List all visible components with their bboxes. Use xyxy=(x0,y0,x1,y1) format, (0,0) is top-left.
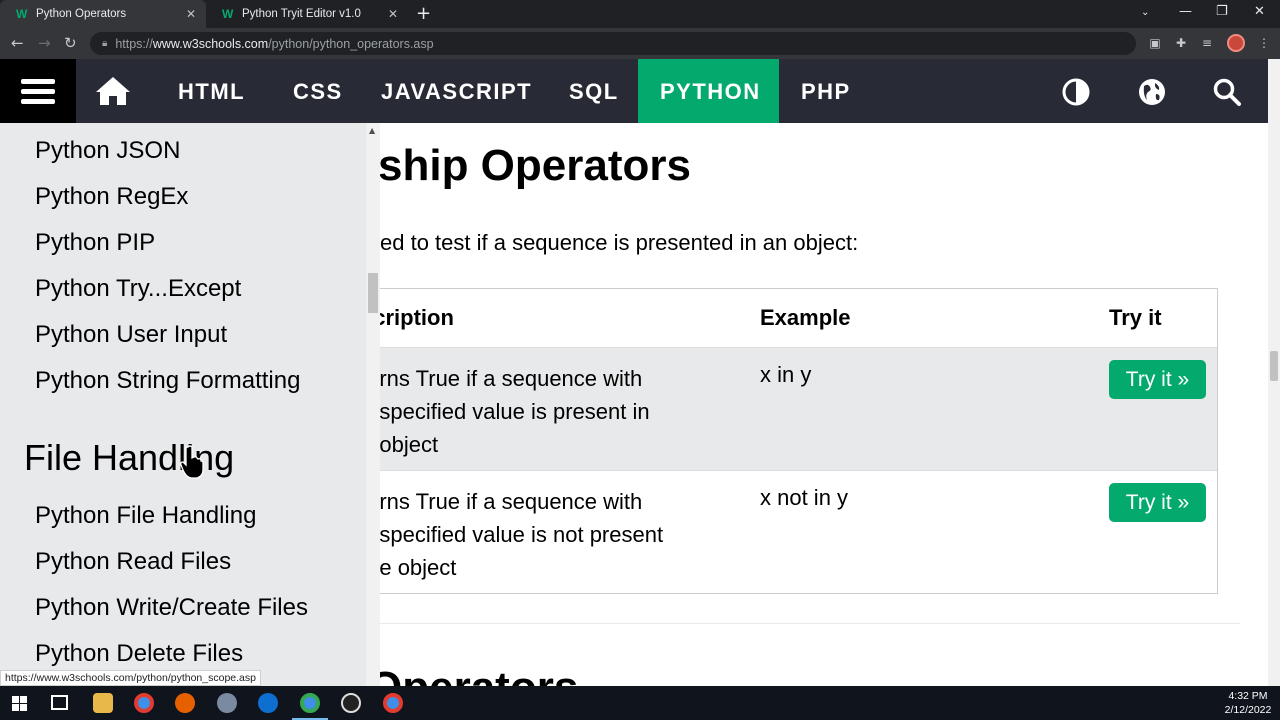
column-header-example: Example xyxy=(760,305,851,330)
hand-cursor-icon xyxy=(180,445,204,483)
operators-table: scription Example Try it turns True if a… xyxy=(380,288,1218,594)
table-header-row: scription Example Try it xyxy=(380,289,1217,347)
close-window-icon[interactable]: ✕ xyxy=(1254,4,1265,19)
sidebar-item-python-string-formatting[interactable]: Python String Formatting xyxy=(35,367,300,395)
example-cell: x in y xyxy=(760,362,812,387)
chrome-icon[interactable] xyxy=(383,693,403,713)
tab-python-operators[interactable]: W Python Operators ✕ xyxy=(0,0,206,28)
extension-icon[interactable]: ▣ xyxy=(1148,36,1162,50)
app-icon[interactable] xyxy=(217,693,237,713)
new-tab-icon[interactable]: + xyxy=(416,4,431,24)
windows-taskbar: 4:32 PM 2/12/2022 xyxy=(0,686,1280,720)
intro-paragraph: ed to test if a sequence is presented in… xyxy=(380,230,859,255)
browser-tab-strip: W Python Operators ✕ W Python Tryit Edit… xyxy=(0,0,1280,28)
sidebar-item-python-write-create-files[interactable]: Python Write/Create Files xyxy=(35,594,308,622)
w3schools-favicon-icon: W xyxy=(222,7,234,21)
sidebar-item-python-read-files[interactable]: Python Read Files xyxy=(35,548,231,576)
reload-icon[interactable]: ↻ xyxy=(64,34,77,52)
firefox-icon[interactable] xyxy=(175,693,195,713)
chrome-icon[interactable] xyxy=(300,693,320,713)
column-header-description: scription xyxy=(380,305,454,330)
w3schools-topnav: HTML CSS JAVASCRIPT SQL PYTHON PHP xyxy=(0,59,1268,123)
restore-icon[interactable]: ❐ xyxy=(1216,4,1228,19)
next-section-heading: Operators xyxy=(380,663,578,686)
system-clock[interactable]: 4:32 PM 2/12/2022 xyxy=(1222,689,1274,717)
search-icon[interactable] xyxy=(1212,77,1242,107)
tab-title: Python Operators xyxy=(36,8,127,20)
address-bar[interactable]: 🔒︎ https://www.w3schools.com/python/pyth… xyxy=(90,32,1136,55)
sidebar-item-python-user-input[interactable]: Python User Input xyxy=(35,321,227,349)
nav-css[interactable]: CSS xyxy=(271,59,365,123)
file-explorer-icon[interactable] xyxy=(93,693,113,713)
minimize-icon[interactable]: — xyxy=(1179,4,1192,19)
sidebar-item-python-delete-files[interactable]: Python Delete Files xyxy=(35,640,243,668)
tab-search-chevron-icon[interactable]: ⌄ xyxy=(1141,7,1149,18)
sidebar-scroll-thumb[interactable] xyxy=(368,273,378,313)
table-row: turns True if a sequence with e specifie… xyxy=(380,347,1217,470)
globe-icon[interactable] xyxy=(1137,77,1167,107)
reading-list-icon[interactable]: ≡ xyxy=(1200,36,1214,50)
home-icon[interactable] xyxy=(88,73,138,109)
nav-php[interactable]: PHP xyxy=(779,59,873,123)
clock-date: 2/12/2022 xyxy=(1224,704,1272,716)
description-cell: turns True if a sequence with e specifie… xyxy=(380,366,650,457)
section-divider xyxy=(380,623,1240,624)
column-header-try-it: Try it xyxy=(1109,305,1162,330)
nav-sql[interactable]: SQL xyxy=(547,59,641,123)
chrome-menu-icon[interactable]: ⋮ xyxy=(1257,36,1271,50)
tab-title: Python Tryit Editor v1.0 xyxy=(242,8,361,20)
try-it-button[interactable]: Try it » xyxy=(1109,360,1206,399)
sidebar-item-python-file-handling[interactable]: Python File Handling xyxy=(35,502,256,530)
sidebar-scrollbar[interactable]: ▲ xyxy=(366,123,380,686)
forward-icon[interactable]: → xyxy=(38,34,51,52)
nav-javascript[interactable]: JAVASCRIPT xyxy=(359,59,554,123)
obs-icon[interactable] xyxy=(341,693,361,713)
main-content: ship Operators ed to test if a sequence … xyxy=(380,123,1268,686)
sidebar-item-python-try-except[interactable]: Python Try...Except xyxy=(35,275,241,303)
tab-tryit-editor[interactable]: W Python Tryit Editor v1.0 ✕ xyxy=(206,0,408,28)
url-text: https://www.w3schools.com/python/python_… xyxy=(115,36,434,51)
windows-start-icon[interactable] xyxy=(12,696,27,715)
try-it-button[interactable]: Try it » xyxy=(1109,483,1206,522)
profile-avatar[interactable] xyxy=(1227,34,1245,52)
lock-icon: 🔒︎ xyxy=(102,38,108,49)
chrome-icon[interactable] xyxy=(134,693,154,713)
sidebar-item-python-pip[interactable]: Python PIP xyxy=(35,229,155,257)
page-scroll-thumb[interactable] xyxy=(1270,351,1278,381)
hamburger-menu-icon[interactable] xyxy=(0,59,76,123)
sidebar: Python JSON Python RegEx Python PIP Pyth… xyxy=(0,123,380,686)
sidebar-item-python-regex[interactable]: Python RegEx xyxy=(35,183,188,211)
back-icon[interactable]: ← xyxy=(11,34,24,52)
page-scrollbar[interactable] xyxy=(1268,59,1280,686)
w3schools-favicon-icon: W xyxy=(16,7,28,21)
task-view-icon[interactable] xyxy=(51,695,68,710)
nav-html[interactable]: HTML xyxy=(156,59,267,123)
clock-time: 4:32 PM xyxy=(1228,690,1268,702)
nav-python[interactable]: PYTHON xyxy=(638,59,779,123)
close-tab-icon[interactable]: ✕ xyxy=(388,7,398,21)
close-tab-icon[interactable]: ✕ xyxy=(186,7,196,21)
dark-mode-icon[interactable] xyxy=(1061,77,1091,107)
table-row: turns True if a sequence with e specifie… xyxy=(380,470,1217,593)
app-icon[interactable] xyxy=(258,693,278,713)
link-status-bubble: https://www.w3schools.com/python/python_… xyxy=(0,670,261,686)
description-cell: turns True if a sequence with e specifie… xyxy=(380,489,664,580)
page-heading: ship Operators xyxy=(380,141,691,190)
puzzle-icon[interactable]: ✚ xyxy=(1174,36,1188,50)
example-cell: x not in y xyxy=(760,485,849,510)
browser-toolbar: ← → ↻ 🔒︎ https://www.w3schools.com/pytho… xyxy=(0,28,1280,59)
scroll-up-arrow-icon[interactable]: ▲ xyxy=(369,126,375,135)
sidebar-item-python-json[interactable]: Python JSON xyxy=(35,137,180,165)
